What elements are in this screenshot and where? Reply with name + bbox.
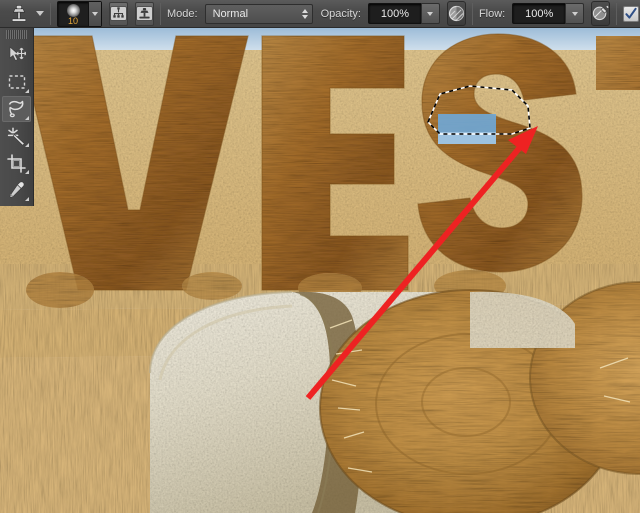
select-stepper-icon bbox=[301, 8, 308, 19]
tools-panel bbox=[0, 28, 34, 206]
document-canvas[interactable] bbox=[0, 28, 640, 513]
move-tool[interactable] bbox=[2, 42, 31, 68]
flow-value[interactable]: 100% bbox=[512, 3, 566, 24]
chevron-down-icon bbox=[571, 11, 578, 16]
lasso-tool[interactable] bbox=[2, 96, 31, 122]
divider bbox=[160, 2, 161, 25]
eyedropper-icon bbox=[9, 181, 25, 198]
clone-stamp-icon bbox=[11, 4, 27, 22]
tool-options-bar: 10 Mode: Normal Opacity: 100% Flow: 100% bbox=[0, 0, 640, 28]
crop-flyout-triangle bbox=[25, 170, 29, 174]
brush-thumbnail: 10 bbox=[58, 2, 88, 26]
opacity-dropdown-button[interactable] bbox=[420, 3, 440, 24]
mode-label: Mode: bbox=[167, 7, 198, 20]
brush-size-value: 10 bbox=[67, 15, 78, 26]
magic-wand-tool[interactable] bbox=[2, 123, 31, 149]
lasso-flyout-triangle bbox=[25, 116, 29, 120]
opacity-label: Opacity: bbox=[320, 7, 361, 20]
brush-preset-chevron[interactable] bbox=[88, 1, 101, 26]
magic-wand-flyout-triangle bbox=[25, 143, 29, 147]
airbrush-icon bbox=[593, 5, 609, 21]
chevron-down-icon bbox=[427, 11, 434, 16]
chevron-down-icon bbox=[92, 11, 98, 16]
divider bbox=[471, 2, 473, 25]
eyedropper-flyout-triangle bbox=[25, 197, 29, 201]
divider bbox=[616, 2, 618, 25]
checkmark-icon bbox=[625, 7, 637, 19]
aligned-checkbox[interactable] bbox=[623, 5, 640, 22]
tool-preset-picker[interactable] bbox=[7, 2, 44, 26]
crop-tool[interactable] bbox=[2, 150, 31, 176]
flow-label: Flow: bbox=[478, 7, 506, 20]
clone-source-panel-icon bbox=[110, 6, 127, 21]
chevron-down-icon[interactable] bbox=[36, 11, 44, 16]
marquee-tool[interactable] bbox=[2, 69, 31, 95]
clone-stamp-icon-box bbox=[7, 2, 31, 26]
tools-panel-grip[interactable] bbox=[6, 30, 27, 39]
divider bbox=[50, 2, 51, 25]
magic-wand-icon bbox=[7, 126, 25, 146]
canvas-artwork bbox=[0, 28, 640, 513]
move-tool-icon bbox=[9, 46, 26, 61]
opacity-value[interactable]: 100% bbox=[367, 3, 421, 24]
airbrush-toggle[interactable] bbox=[591, 1, 611, 26]
flow-field[interactable]: 100% bbox=[512, 3, 585, 24]
rect-marquee-icon bbox=[8, 75, 25, 89]
aligned-option[interactable]: Aligned bbox=[623, 5, 640, 22]
photoshop-window: 10 Mode: Normal Opacity: 100% Flow: 100% bbox=[0, 0, 640, 513]
lasso-icon bbox=[8, 100, 23, 118]
opacity-field[interactable]: 100% bbox=[367, 3, 440, 24]
mode-value: Normal bbox=[212, 7, 249, 20]
marquee-flyout-triangle bbox=[25, 89, 29, 93]
toggle-brush-panel[interactable] bbox=[135, 1, 154, 26]
opacity-pressure-toggle[interactable] bbox=[446, 1, 466, 26]
flow-dropdown-button[interactable] bbox=[565, 3, 585, 24]
brush-preset-picker[interactable]: 10 bbox=[57, 0, 102, 27]
toggle-clone-source-panel[interactable] bbox=[109, 1, 128, 26]
brush-panel-icon bbox=[136, 6, 153, 21]
mode-select[interactable]: Normal bbox=[204, 3, 313, 24]
opacity-pressure-icon bbox=[448, 5, 465, 22]
crop-icon bbox=[7, 153, 26, 173]
eyedropper-tool[interactable] bbox=[2, 177, 31, 203]
